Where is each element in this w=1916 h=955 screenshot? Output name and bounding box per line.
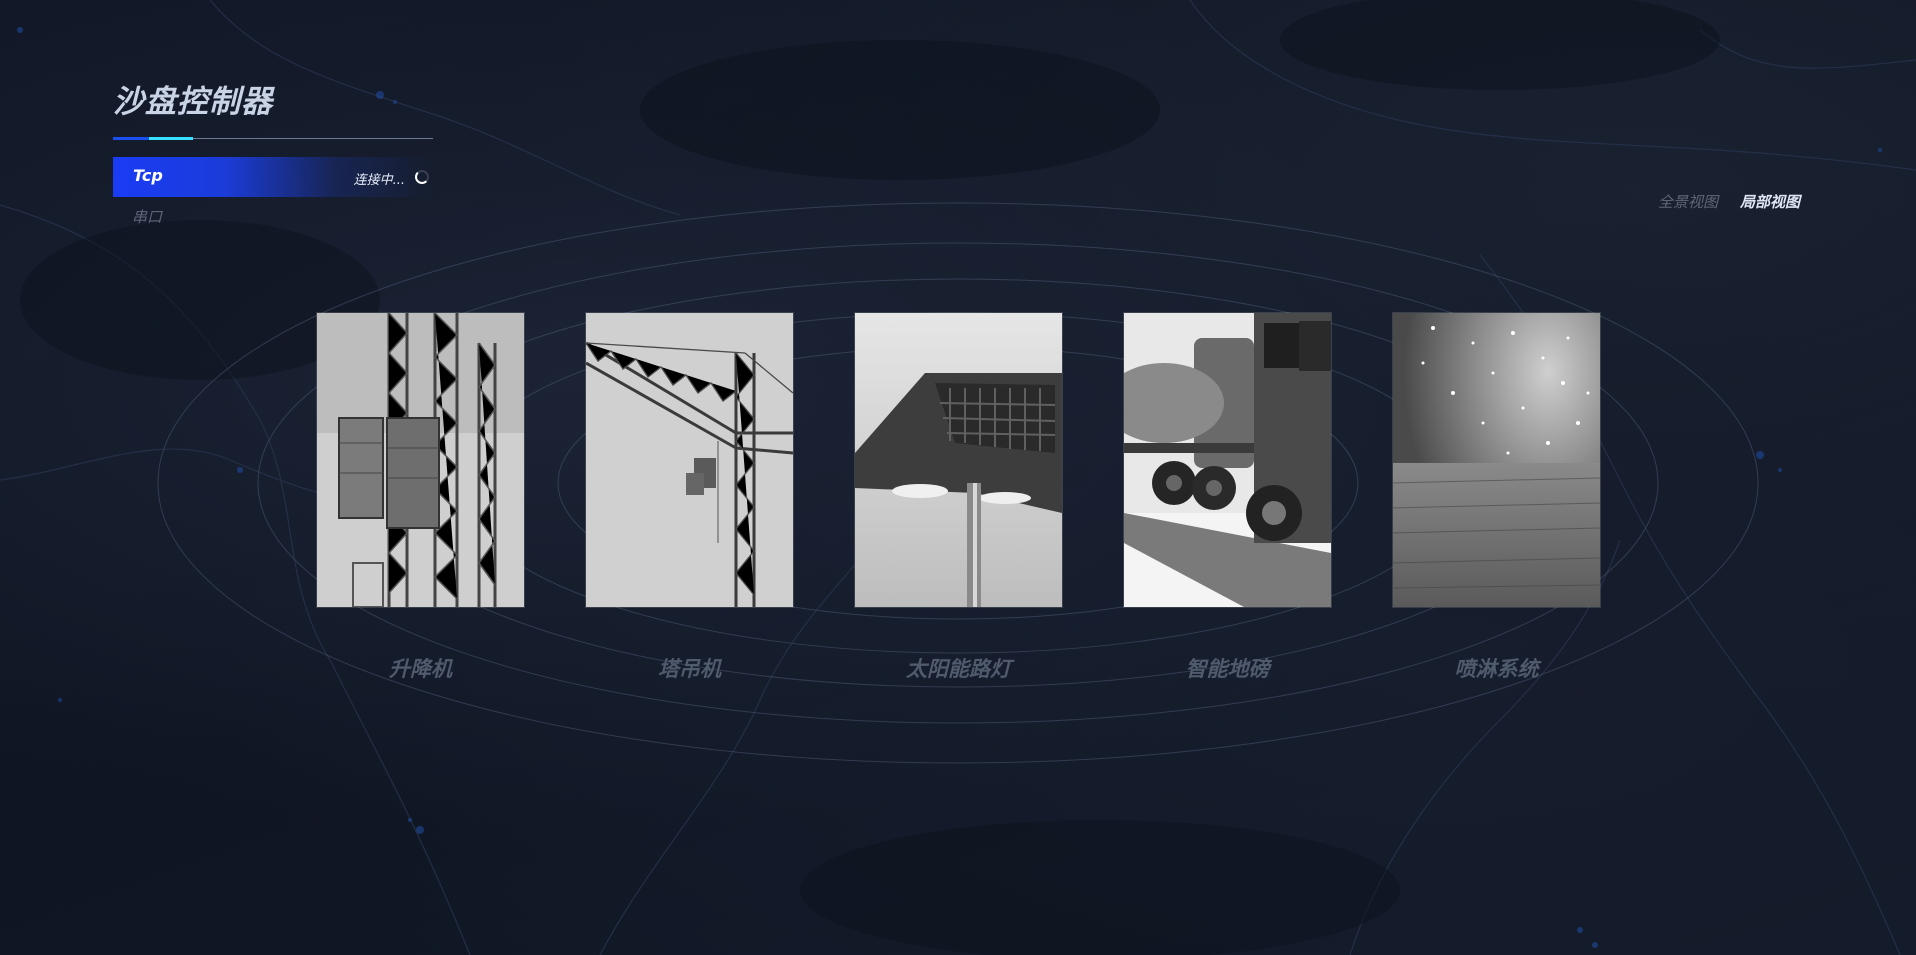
device-label-sprinkler[interactable]: 喷淋系统 (1393, 653, 1600, 683)
title-underline-accent (113, 137, 193, 140)
solar-street-lamp-image (855, 313, 1062, 607)
device-card-sprinkler[interactable] (1393, 313, 1600, 607)
loading-spinner-icon (415, 170, 429, 184)
sprinkler-mist-image (1393, 313, 1600, 607)
tcp-connection-tab[interactable]: Tcp 连接中... (113, 157, 433, 197)
device-label-hoist[interactable]: 升降机 (317, 653, 524, 683)
device-label-tower-crane[interactable]: 塔吊机 (586, 653, 793, 683)
tower-crane-image (586, 313, 793, 607)
tcp-tab-label: Tcp (133, 166, 163, 185)
construction-hoist-image (317, 313, 524, 607)
page-title: 沙盘控制器 (113, 84, 273, 120)
device-label-truck-scale[interactable]: 智能地磅 (1124, 653, 1331, 683)
connection-status-text: 连接中... (353, 173, 405, 188)
device-card-truck-scale[interactable] (1124, 313, 1331, 607)
device-card-hoist[interactable] (317, 313, 524, 607)
truck-scale-image (1124, 313, 1331, 607)
device-card-solar-lamp[interactable] (855, 313, 1062, 607)
sand-table-controller-screen: 沙盘控制器 Tcp 连接中... 串口 全景视图 局部视图 升降机 塔吊机 太阳… (0, 0, 1916, 955)
serial-port-tab[interactable]: 串口 (132, 206, 162, 227)
device-card-tower-crane[interactable] (586, 313, 793, 607)
panorama-view-tab[interactable]: 全景视图 (1658, 191, 1718, 212)
device-label-solar-lamp[interactable]: 太阳能路灯 (855, 653, 1062, 683)
local-view-tab[interactable]: 局部视图 (1740, 191, 1800, 212)
